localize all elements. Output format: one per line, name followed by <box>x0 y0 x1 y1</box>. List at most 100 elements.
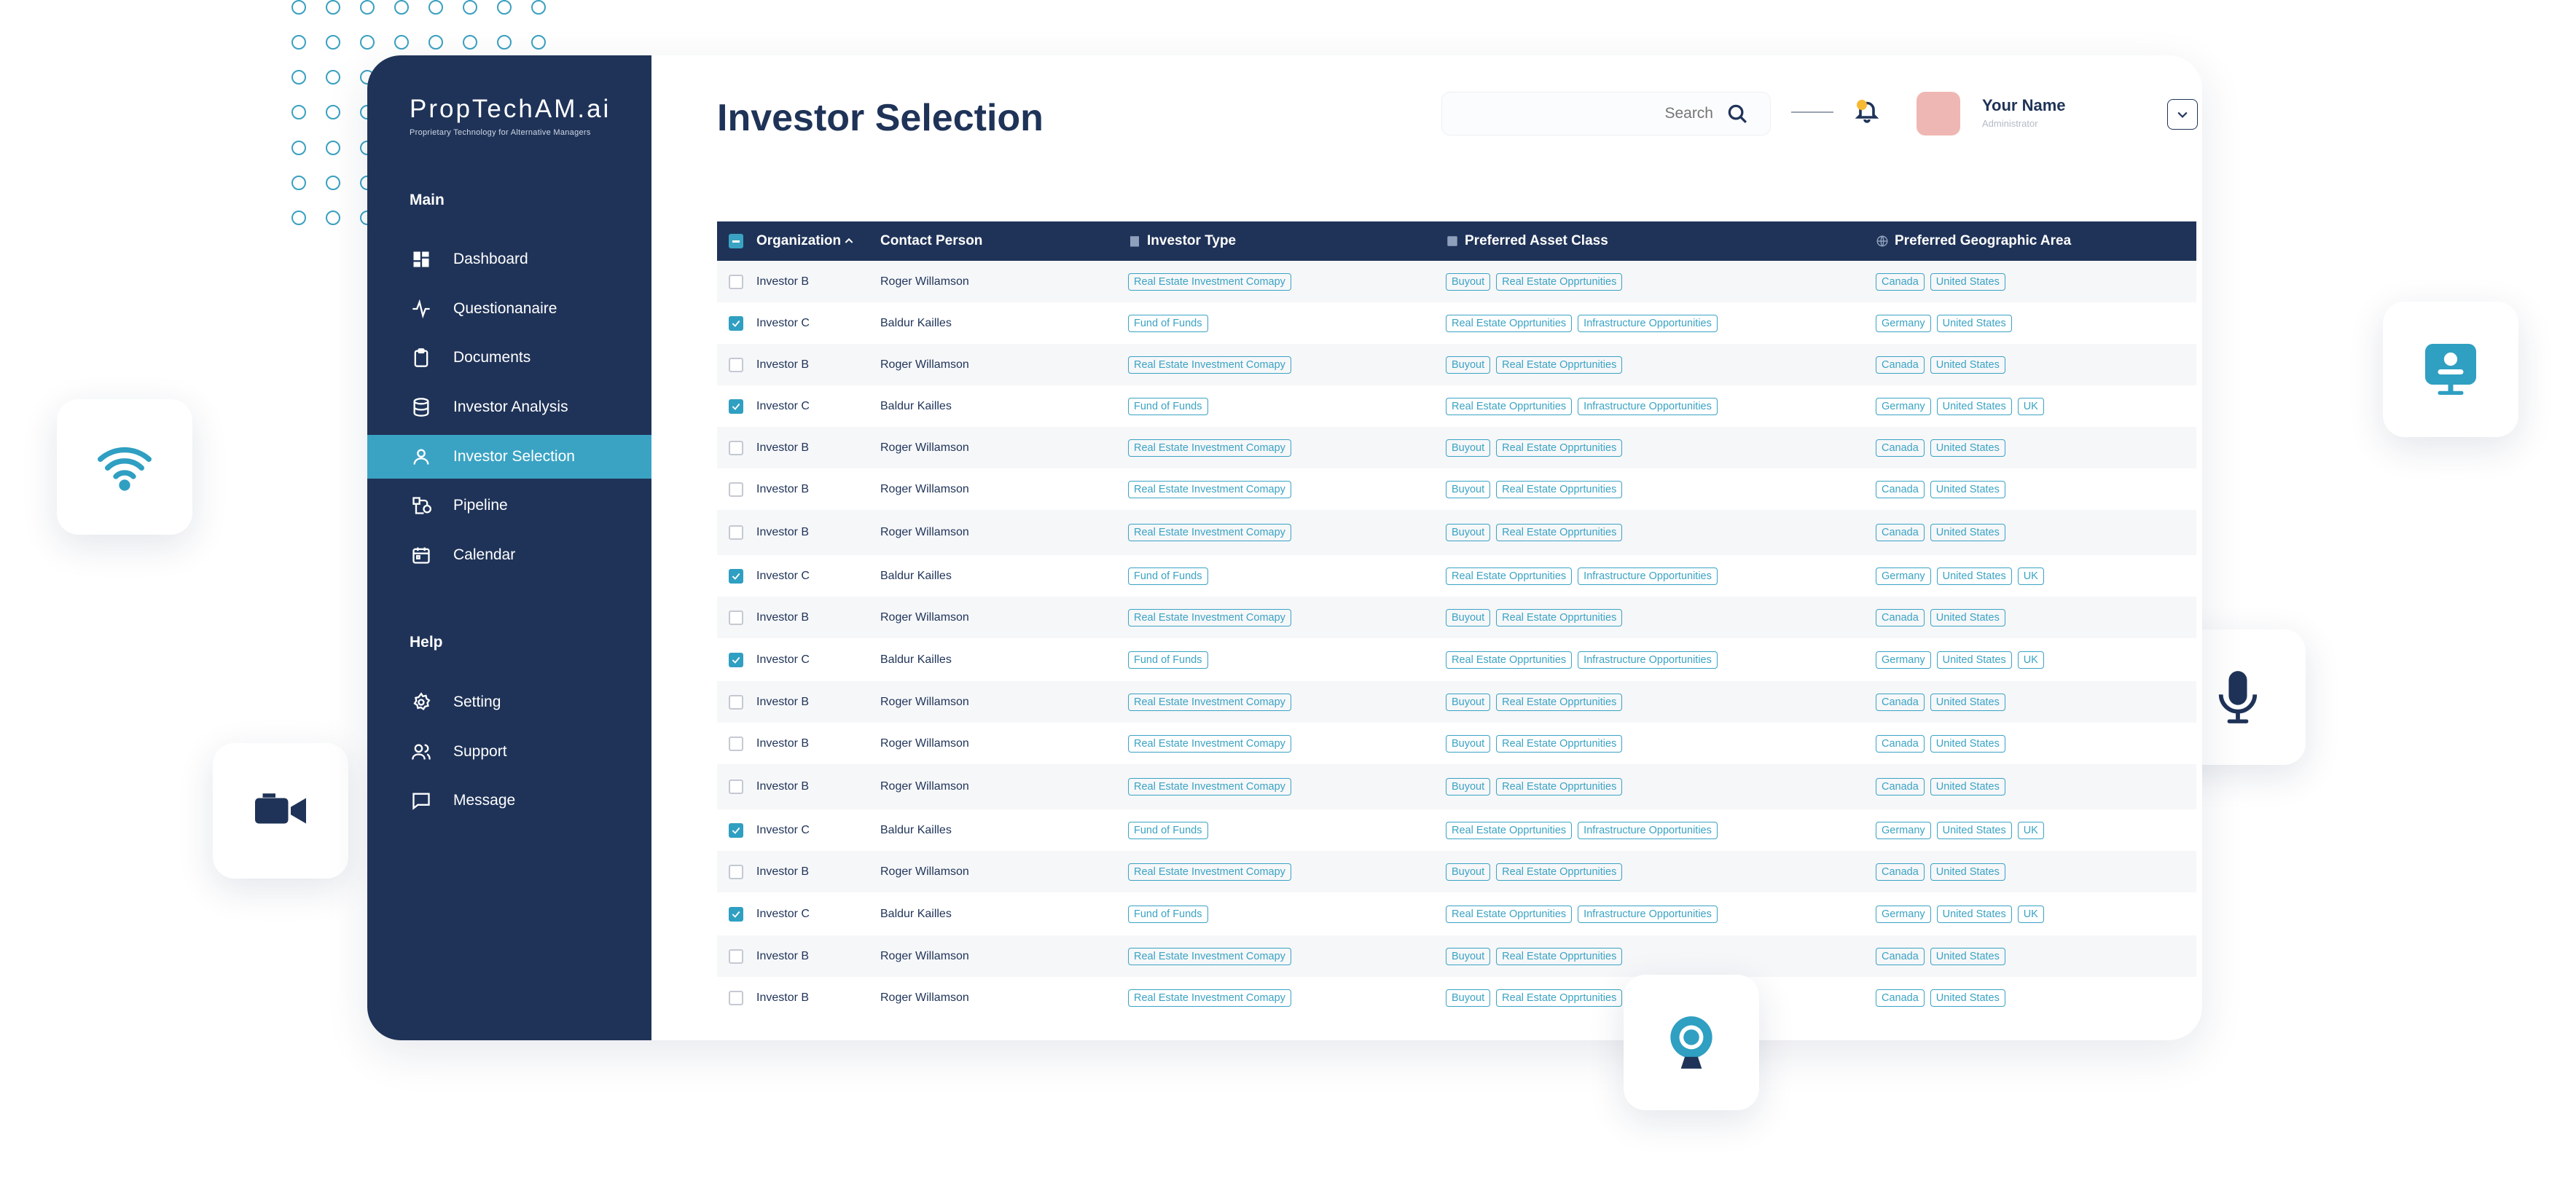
tag-chip[interactable]: Real Estate Investment Comapy <box>1128 439 1291 457</box>
tag-chip[interactable]: Fund of Funds <box>1128 567 1208 585</box>
sidebar-item-calendar[interactable]: Calendar <box>367 533 651 577</box>
row-checkbox[interactable] <box>729 440 743 455</box>
tag-chip[interactable]: Buyout <box>1446 947 1491 965</box>
tag-chip[interactable]: Real Estate Opprtunities <box>1446 397 1573 415</box>
tag-chip[interactable]: Germany <box>1876 821 1931 839</box>
tag-chip[interactable]: Canada <box>1876 863 1925 881</box>
tag-chip[interactable]: Infrastructure Opportunities <box>1578 314 1718 332</box>
column-organization[interactable]: Organization <box>756 221 880 261</box>
tag-chip[interactable]: Real Estate Opprtunities <box>1496 734 1623 753</box>
tag-chip[interactable]: UK <box>2017 567 2044 585</box>
tag-chip[interactable]: Buyout <box>1446 356 1491 374</box>
tag-chip[interactable]: United States <box>1936 905 2012 923</box>
row-checkbox[interactable] <box>729 864 743 879</box>
row-checkbox[interactable] <box>729 948 743 964</box>
tag-chip[interactable]: United States <box>1936 821 2012 839</box>
tag-chip[interactable]: Canada <box>1876 608 1925 627</box>
table-row[interactable]: Investor B Roger Willamson Real Estate Inv… <box>717 597 2196 638</box>
sidebar-item-setting[interactable]: Setting <box>367 680 651 724</box>
tag-chip[interactable]: United States <box>1930 272 2005 291</box>
sidebar-item-investor-analysis[interactable]: Investor Analysis <box>367 385 651 429</box>
tag-chip[interactable]: Buyout <box>1446 863 1491 881</box>
search-icon[interactable] <box>1726 103 1748 125</box>
row-checkbox[interactable] <box>729 482 743 497</box>
table-row[interactable]: Investor B Roger Willamson Real Estate Inv… <box>717 427 2196 468</box>
tag-chip[interactable]: Germany <box>1876 567 1931 585</box>
user-menu-dropdown[interactable] <box>2167 99 2198 130</box>
tag-chip[interactable]: Buyout <box>1446 734 1491 753</box>
tag-chip[interactable]: Germany <box>1876 314 1931 332</box>
tag-chip[interactable]: Real Estate Investment Comapy <box>1128 693 1291 711</box>
tag-chip[interactable]: Buyout <box>1446 480 1491 498</box>
tag-chip[interactable]: Real Estate Opprtunities <box>1496 989 1623 1007</box>
tag-chip[interactable]: Fund of Funds <box>1128 397 1208 415</box>
tag-chip[interactable]: Buyout <box>1446 778 1491 796</box>
tag-chip[interactable]: Real Estate Opprtunities <box>1496 947 1623 965</box>
tag-chip[interactable]: Real Estate Investment Comapy <box>1128 524 1291 541</box>
tag-chip[interactable]: United States <box>1936 314 2012 332</box>
row-checkbox[interactable] <box>729 736 743 751</box>
column-preferred-geographic-area[interactable]: Preferred Geographic Area <box>1876 221 2196 261</box>
tag-chip[interactable]: Canada <box>1876 734 1925 753</box>
tag-chip[interactable]: Buyout <box>1446 608 1491 627</box>
tag-chip[interactable]: United States <box>1930 439 2005 457</box>
tag-chip[interactable]: United States <box>1930 778 2005 796</box>
tag-chip[interactable]: Real Estate Opprtunities <box>1446 314 1573 332</box>
tag-chip[interactable]: Canada <box>1876 989 1925 1007</box>
tag-chip[interactable]: United States <box>1930 356 2005 374</box>
tag-chip[interactable]: Germany <box>1876 651 1931 669</box>
tag-chip[interactable]: Buyout <box>1446 989 1491 1007</box>
table-row[interactable]: Investor B Roger Willamson Real Estate Inv… <box>717 468 2196 510</box>
tag-chip[interactable]: Real Estate Investment Comapy <box>1128 272 1291 291</box>
table-row[interactable]: Investor C Baldur Kailles Fund of Funds Rea… <box>717 555 2196 597</box>
tag-chip[interactable]: Buyout <box>1446 439 1491 457</box>
sidebar-item-message[interactable]: Message <box>367 779 651 822</box>
tag-chip[interactable]: Infrastructure Opportunities <box>1578 397 1718 415</box>
table-row[interactable]: Investor B Roger Willamson Real Estate Inv… <box>717 510 2196 555</box>
table-row[interactable]: Investor C Baldur Kailles Fund of Funds Rea… <box>717 302 2196 344</box>
row-checkbox[interactable] <box>729 525 743 540</box>
tag-chip[interactable]: Real Estate Investment Comapy <box>1128 734 1291 753</box>
tag-chip[interactable]: Real Estate Opprtunities <box>1446 821 1573 839</box>
tag-chip[interactable]: Real Estate Investment Comapy <box>1128 947 1291 965</box>
sidebar-item-investor-selection[interactable]: Investor Selection <box>367 434 651 479</box>
tag-chip[interactable]: Buyout <box>1446 693 1491 711</box>
tag-chip[interactable]: Real Estate Investment Comapy <box>1128 778 1291 796</box>
column-contact-person[interactable]: Contact Person <box>880 221 1128 261</box>
row-checkbox[interactable] <box>729 652 743 667</box>
tag-chip[interactable]: Buyout <box>1446 524 1491 541</box>
tag-chip[interactable]: United States <box>1930 480 2005 498</box>
tag-chip[interactable]: Canada <box>1876 778 1925 796</box>
tag-chip[interactable]: United States <box>1930 734 2005 753</box>
sidebar-item-support[interactable]: Support <box>367 730 651 774</box>
sidebar-item-pipeline[interactable]: Pipeline <box>367 484 651 527</box>
tag-chip[interactable]: Infrastructure Opportunities <box>1578 651 1718 669</box>
table-row[interactable]: Investor B Roger Willamson Real Estate Inv… <box>717 681 2196 723</box>
tag-chip[interactable]: Real Estate Opprtunities <box>1496 439 1623 457</box>
tag-chip[interactable]: Germany <box>1876 905 1931 923</box>
notifications-button[interactable] <box>1854 98 1883 127</box>
tag-chip[interactable]: United States <box>1930 863 2005 881</box>
tag-chip[interactable]: UK <box>2017 821 2044 839</box>
tag-chip[interactable]: Real Estate Investment Comapy <box>1128 989 1291 1007</box>
row-checkbox[interactable] <box>729 398 743 414</box>
tag-chip[interactable]: United States <box>1936 651 2012 669</box>
tag-chip[interactable]: United States <box>1930 989 2005 1007</box>
tag-chip[interactable]: UK <box>2017 651 2044 669</box>
tag-chip[interactable]: UK <box>2017 905 2044 923</box>
search-bar[interactable] <box>1441 92 1771 135</box>
table-row[interactable]: Investor C Baldur Kailles Fund of Funds Rea… <box>717 809 2196 851</box>
tag-chip[interactable]: Real Estate Opprtunities <box>1496 778 1623 796</box>
tag-chip[interactable]: Real Estate Opprtunities <box>1496 480 1623 498</box>
tag-chip[interactable]: Canada <box>1876 480 1925 498</box>
row-checkbox[interactable] <box>729 274 743 289</box>
tag-chip[interactable]: Canada <box>1876 693 1925 711</box>
tag-chip[interactable]: Fund of Funds <box>1128 314 1208 332</box>
tag-chip[interactable]: Canada <box>1876 272 1925 291</box>
table-row[interactable]: Investor B Roger Willamson Real Estate Inv… <box>717 764 2196 809</box>
tag-chip[interactable]: Canada <box>1876 439 1925 457</box>
tag-chip[interactable]: Germany <box>1876 397 1931 415</box>
tag-chip[interactable]: Real Estate Opprtunities <box>1496 272 1623 291</box>
tag-chip[interactable]: Real Estate Investment Comapy <box>1128 608 1291 627</box>
tag-chip[interactable]: Canada <box>1876 524 1925 541</box>
